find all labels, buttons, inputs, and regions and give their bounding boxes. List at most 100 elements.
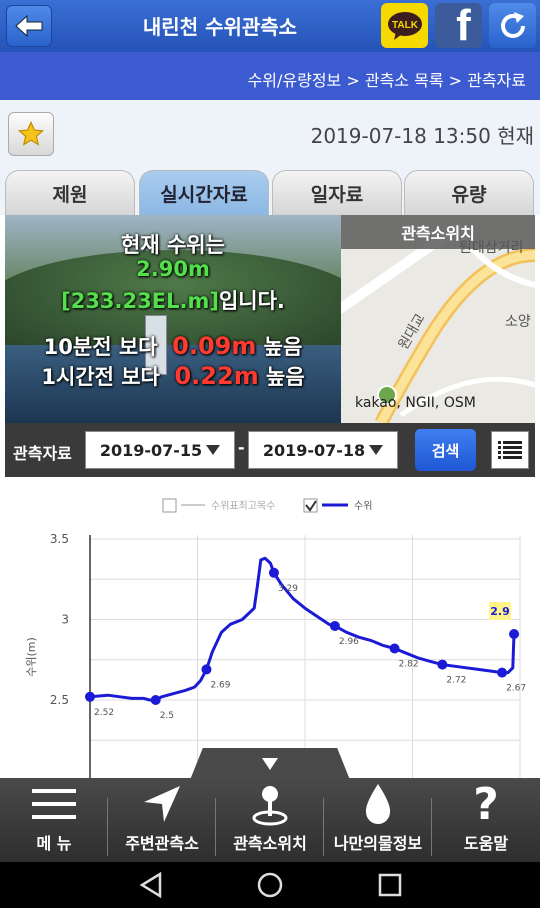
tab-daily[interactable]: 일자료 [272,170,402,215]
help-label: 도움말 [463,834,509,853]
home-icon[interactable] [257,872,283,898]
kakaotalk-icon: TALK [387,11,422,40]
data-point [268,567,279,578]
data-label: 2.69 [210,680,230,690]
tab-specs[interactable]: 제원 [5,170,135,215]
facebook-share-button[interactable]: f [435,3,482,48]
data-point [150,695,161,705]
data-label: 2.5 [160,711,174,721]
data-point [201,664,212,675]
app-root: { "header": { "title": "내린천 수위관측소", "bac… [0,0,540,908]
map-attribution: kakao, NGII, OSM [355,395,476,411]
my-water-info-button[interactable]: 나만의물정보 [324,778,432,862]
breadcrumb: 수위/유량정보 > 관측소 목록 > 관측자료 [247,71,526,90]
breadcrumb-bar: 수위/유량정보 > 관측소 목록 > 관측자료 [0,52,540,100]
elevation-suffix: 입니다. [218,289,285,313]
android-nav-bar [0,862,540,908]
start-date-select[interactable]: 2019-07-15 [85,431,235,469]
change-1h-suffix: 높음 [266,365,305,389]
tab-bar: 제원 실시간자료 일자료 유량 [0,170,540,215]
facebook-icon: f [456,3,471,48]
back-button[interactable] [6,5,52,47]
data-point [389,643,400,654]
recents-icon[interactable] [377,872,403,898]
start-date-value: 2019-07-15 [99,440,203,460]
star-icon [17,120,45,146]
refresh-button[interactable] [489,3,536,48]
page-title: 내린천 수위관측소 [142,15,298,39]
observation-datetime: 2019-07-18 13:50 현재 [310,124,534,148]
arrow-left-icon [15,14,43,38]
data-point [497,667,508,678]
favorite-button[interactable] [8,112,54,156]
station-location-button[interactable]: 관측소위치 [216,778,324,862]
data-point [85,691,95,702]
status-line1: 현재 수위는 [121,233,225,257]
nearby-stations-button[interactable]: 주변관측소 [108,778,216,862]
change-1h-value: 0.22m [174,362,259,390]
svg-text:TALK: TALK [392,20,419,31]
data-label: 2.52 [94,708,114,718]
data-point [437,659,448,670]
map-label-junction: 원대삼거리 [459,240,524,256]
hamburger-menu-icon [32,778,76,830]
question-mark-icon: ? [473,778,499,830]
legend-label-max: 수위표최고목수 [211,499,275,512]
date-search-bar: 관측자료 2019-07-15 - 2019-07-18 검색 [5,423,535,477]
data-label: 2.82 [399,659,419,669]
change-10min-value: 0.09m [172,332,257,360]
help-button[interactable]: ? 도움말 [432,778,540,862]
y-tick-label: 3.5 [50,532,69,546]
chevron-down-icon [206,445,221,455]
triangle-down-icon [262,758,278,770]
bottom-menu-bar: 메 뉴 주변관측소 관측소위치 나만의물정보 ? 도움말 [0,778,540,862]
change-1h-label: 1시간전 보다 [41,365,160,389]
change-1h-line: 1시간전 보다 0.22m 높음 [5,361,341,391]
end-date-value: 2019-07-18 [262,440,366,460]
legend-label-level: 수위 [354,499,372,512]
chevron-down-icon [369,445,384,455]
nearby-stations-label: 주변관측소 [125,834,199,853]
navigation-arrow-icon [140,778,184,830]
top-bar: 내린천 수위관측소 TALK f [0,0,540,52]
y-tick-label: 3 [61,613,69,627]
list-view-button[interactable] [491,431,529,469]
kakaotalk-share-button[interactable]: TALK [381,3,428,48]
data-label: 3.29 [278,584,298,594]
tab-realtime[interactable]: 실시간자료 [139,170,269,215]
data-point [329,620,340,631]
current-elevation: [233.23EL.m] [61,289,219,313]
data-label: 2.67 [506,684,526,694]
y-tick-label: 2.5 [50,693,69,707]
tab-flow[interactable]: 유량 [404,170,534,215]
end-date-select[interactable]: 2019-07-18 [248,431,398,469]
my-water-info-label: 나만의물정보 [333,834,423,853]
change-10min-label: 10분전 보다 [43,335,158,359]
expand-panel-button[interactable] [190,748,350,780]
water-drop-icon [363,778,393,830]
data-point [509,628,520,639]
y-axis-label: 수위(m) [25,637,38,677]
refresh-icon [500,11,525,38]
search-label: 관측자료 [13,444,72,463]
data-label: 2.9 [490,605,510,618]
menu-button[interactable]: 메 뉴 [0,778,108,862]
water-level-chart: 수위표최고목수 수위 3.5 3 2.5 수위(m) 2.52 2.5 2.69 3.29 2.96… [5,477,535,778]
search-button[interactable]: 검색 [415,429,476,471]
data-label: 2.96 [339,637,359,647]
menu-label: 메 뉴 [36,834,72,853]
list-icon [498,441,522,459]
station-location-map[interactable]: 관측소위치 원대삼거리 소양 원대교 kakao, NGII, OSM [341,215,535,423]
current-level: 2.90m [136,257,210,281]
change-10min-line: 10분전 보다 0.09m 높음 [5,331,341,361]
water-level-status-panel: 현재 수위는 2.90m [233.23EL.m]입니다. 10분전 보다 0.… [5,215,341,423]
info-bar: 2019-07-18 13:50 현재 [0,100,540,170]
change-10min-suffix: 높음 [263,335,303,359]
data-label: 2.72 [446,676,466,686]
map-pin-icon [250,778,290,830]
date-separator: - [238,438,245,457]
chart-svg: 수위표최고목수 수위 3.5 3 2.5 수위(m) 2.52 2.5 2.69 3.29 2.96… [25,498,526,778]
legend-checkbox-max [162,498,177,513]
back-icon[interactable] [138,872,164,898]
map-label-soyang: 소양 [505,314,531,330]
